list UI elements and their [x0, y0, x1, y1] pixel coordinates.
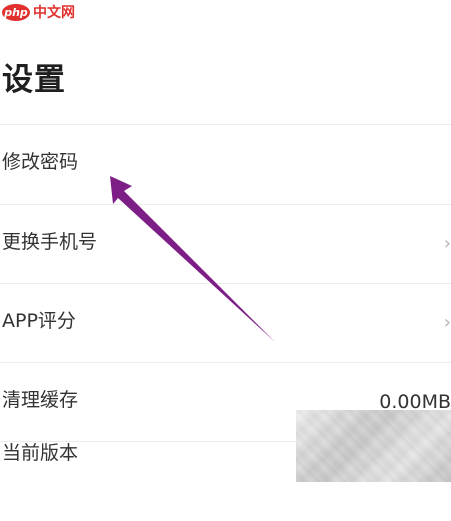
arrow-shape [110, 176, 275, 342]
blurred-watermark-patch [296, 410, 451, 482]
site-watermark: php 中文网 [2, 2, 75, 22]
php-logo: php [2, 3, 30, 21]
watermark-text: 中文网 [33, 5, 75, 21]
